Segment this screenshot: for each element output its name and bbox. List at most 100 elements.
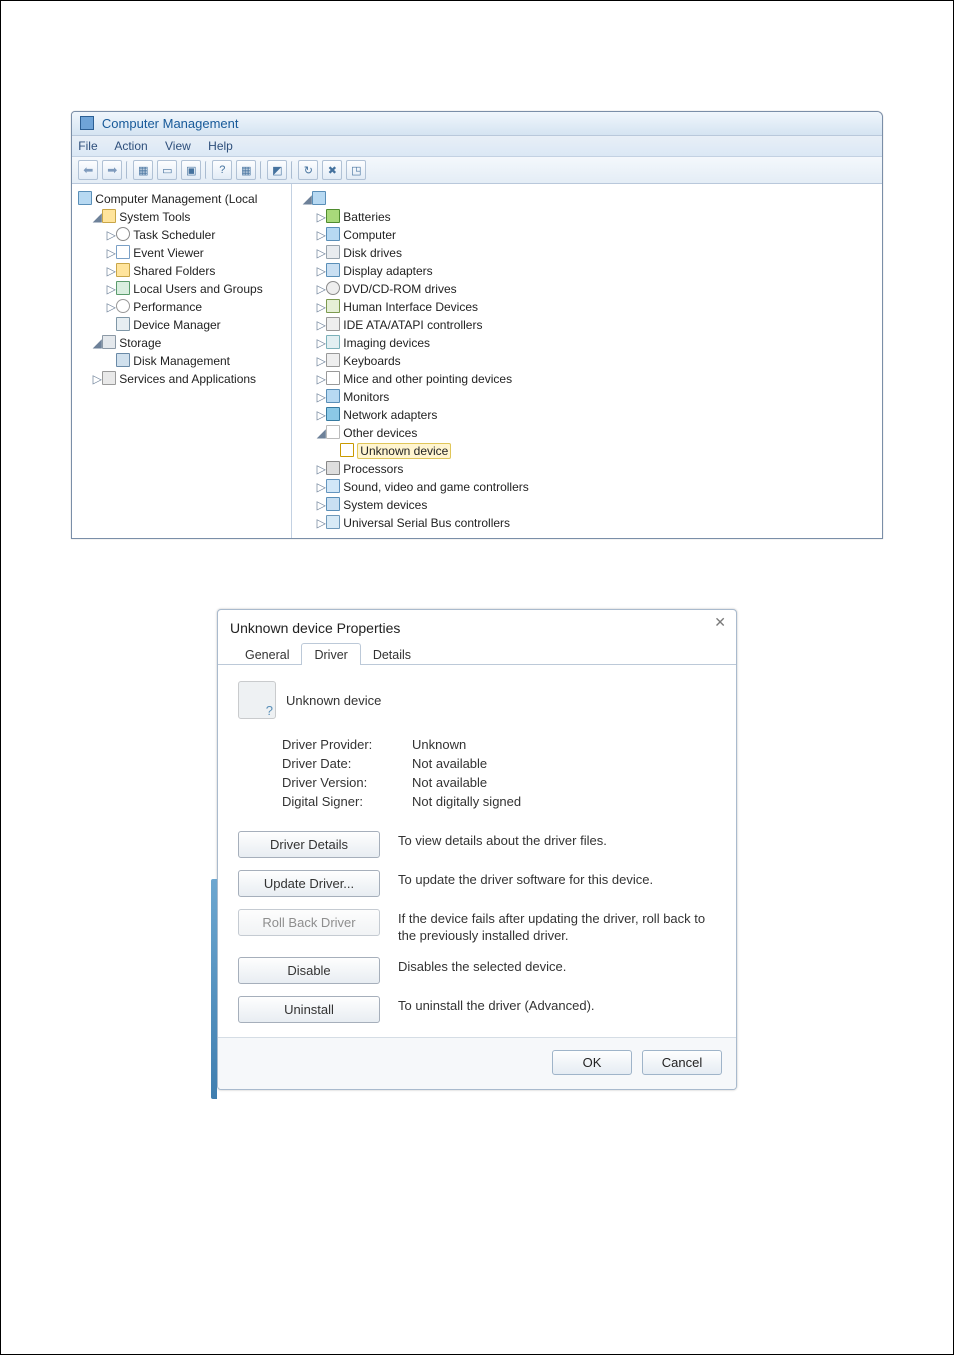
device-processors[interactable]: ▷Processors bbox=[302, 460, 875, 478]
driver-details-desc: To view details about the driver files. bbox=[398, 831, 716, 850]
tab-general[interactable]: General bbox=[232, 643, 302, 665]
driver-details-button[interactable]: Driver Details bbox=[238, 831, 380, 858]
toolbar-separator bbox=[291, 161, 294, 179]
label-version: Driver Version: bbox=[282, 775, 412, 790]
toolbar-separator bbox=[205, 161, 208, 179]
dialog-titlebar[interactable]: Unknown device Properties ✕ bbox=[218, 610, 736, 642]
device-mice[interactable]: ▷Mice and other pointing devices bbox=[302, 370, 875, 388]
tree-disk-management[interactable]: Disk Management bbox=[78, 352, 288, 370]
update-driver-button[interactable]: Update Driver... bbox=[238, 870, 380, 897]
device-monitors[interactable]: ▷Monitors bbox=[302, 388, 875, 406]
device-dvd[interactable]: ▷DVD/CD-ROM drives bbox=[302, 280, 875, 298]
tool-icon[interactable]: ▭ bbox=[157, 160, 177, 180]
device-hid[interactable]: ▷Human Interface Devices bbox=[302, 298, 875, 316]
tool-icon[interactable]: ◩ bbox=[267, 160, 287, 180]
folder-icon bbox=[102, 209, 116, 223]
help-button[interactable]: ? bbox=[212, 160, 232, 180]
other-icon bbox=[326, 425, 340, 439]
uninstall-button[interactable]: Uninstall bbox=[238, 996, 380, 1023]
folder-icon bbox=[116, 263, 130, 277]
properties-dialog: Unknown device Properties ✕ General Driv… bbox=[217, 609, 737, 1090]
tree-local-users[interactable]: ▷Local Users and Groups bbox=[78, 280, 288, 298]
refresh-button[interactable]: ↻ bbox=[298, 160, 318, 180]
window-title: Computer Management bbox=[102, 116, 239, 131]
computer-icon bbox=[326, 227, 340, 241]
computer-icon bbox=[312, 191, 326, 205]
disable-desc: Disables the selected device. bbox=[398, 957, 716, 976]
tab-details[interactable]: Details bbox=[360, 643, 424, 665]
tree-event-viewer[interactable]: ▷Event Viewer bbox=[78, 244, 288, 262]
back-button[interactable]: ⬅ bbox=[78, 160, 98, 180]
event-icon bbox=[116, 245, 130, 259]
device-disk-drives[interactable]: ▷Disk drives bbox=[302, 244, 875, 262]
value-date: Not available bbox=[412, 756, 487, 771]
right-pane: ◢ ▷Batteries ▷Computer ▷Disk drives ▷Dis… bbox=[292, 184, 881, 538]
tool-icon[interactable]: ▣ bbox=[181, 160, 201, 180]
cancel-button[interactable]: Cancel bbox=[642, 1050, 722, 1075]
menu-bar: File Action View Help bbox=[72, 136, 881, 157]
disc-icon bbox=[326, 281, 340, 295]
tool-icon[interactable]: ✖ bbox=[322, 160, 342, 180]
device-keyboards[interactable]: ▷Keyboards bbox=[302, 352, 875, 370]
label-provider: Driver Provider: bbox=[282, 737, 412, 752]
tree-performance[interactable]: ▷Performance bbox=[78, 298, 288, 316]
device-batteries[interactable]: ▷Batteries bbox=[302, 208, 875, 226]
tool-icon[interactable]: ▦ bbox=[236, 160, 256, 180]
label-date: Driver Date: bbox=[282, 756, 412, 771]
close-icon[interactable]: ✕ bbox=[714, 614, 726, 631]
device-manager-icon bbox=[116, 317, 130, 331]
tree-shared-folders[interactable]: ▷Shared Folders bbox=[78, 262, 288, 280]
document-page: Computer Management File Action View Hel… bbox=[0, 0, 954, 1355]
device-network[interactable]: ▷Network adapters bbox=[302, 406, 875, 424]
toolbar-separator bbox=[260, 161, 263, 179]
device-ide[interactable]: ▷IDE ATA/ATAPI controllers bbox=[302, 316, 875, 334]
tree-root[interactable]: Computer Management (Local bbox=[78, 190, 288, 208]
tool-icon[interactable]: ◳ bbox=[346, 160, 366, 180]
menu-help[interactable]: Help bbox=[208, 139, 233, 153]
ok-button[interactable]: OK bbox=[552, 1050, 632, 1075]
usb-icon bbox=[326, 515, 340, 529]
sound-icon bbox=[326, 479, 340, 493]
monitor-icon bbox=[326, 389, 340, 403]
display-icon bbox=[326, 263, 340, 277]
performance-icon bbox=[116, 299, 130, 313]
value-signer: Not digitally signed bbox=[412, 794, 521, 809]
tree-services[interactable]: ▷Services and Applications bbox=[78, 370, 288, 388]
device-sound[interactable]: ▷Sound, video and game controllers bbox=[302, 478, 875, 496]
device-unknown[interactable]: Unknown device bbox=[302, 442, 875, 460]
disk-icon bbox=[326, 245, 340, 259]
left-pane: Computer Management (Local ◢System Tools… bbox=[72, 184, 292, 538]
tree-storage[interactable]: ◢Storage bbox=[78, 334, 288, 352]
dialog-body: Unknown device Driver Provider:Unknown D… bbox=[218, 665, 736, 1037]
device-system[interactable]: ▷System devices bbox=[302, 496, 875, 514]
menu-view[interactable]: View bbox=[165, 139, 191, 153]
device-display[interactable]: ▷Display adapters bbox=[302, 262, 875, 280]
device-other[interactable]: ◢Other devices bbox=[302, 424, 875, 442]
computer-management-window: Computer Management File Action View Hel… bbox=[71, 111, 882, 539]
clock-icon bbox=[116, 227, 130, 241]
device-computer[interactable]: ▷Computer bbox=[302, 226, 875, 244]
label-signer: Digital Signer: bbox=[282, 794, 412, 809]
app-icon bbox=[80, 116, 94, 130]
device-imaging[interactable]: ▷Imaging devices bbox=[302, 334, 875, 352]
tree-device-manager[interactable]: Device Manager bbox=[78, 316, 288, 334]
device-icon bbox=[238, 681, 276, 719]
device-usb[interactable]: ▷Universal Serial Bus controllers bbox=[302, 514, 875, 532]
menu-action[interactable]: Action bbox=[114, 139, 147, 153]
value-provider: Unknown bbox=[412, 737, 466, 752]
toolbar: ⬅ ➡ ▦ ▭ ▣ ? ▦ ◩ ↻ ✖ ◳ bbox=[72, 157, 881, 184]
tree-system-tools[interactable]: ◢System Tools bbox=[78, 208, 288, 226]
menu-file[interactable]: File bbox=[78, 139, 97, 153]
device-name: Unknown device bbox=[286, 693, 381, 708]
tab-driver[interactable]: Driver bbox=[301, 643, 360, 665]
disable-button[interactable]: Disable bbox=[238, 957, 380, 984]
tool-icon[interactable]: ▦ bbox=[133, 160, 153, 180]
toolbar-separator bbox=[126, 161, 129, 179]
controller-icon bbox=[326, 317, 340, 331]
device-root[interactable]: ◢ bbox=[302, 190, 875, 208]
rollback-driver-desc: If the device fails after updating the d… bbox=[398, 909, 716, 945]
window-titlebar[interactable]: Computer Management bbox=[72, 112, 881, 136]
forward-button[interactable]: ➡ bbox=[102, 160, 122, 180]
tree-task-scheduler[interactable]: ▷Task Scheduler bbox=[78, 226, 288, 244]
decorative-edge bbox=[211, 879, 217, 1099]
